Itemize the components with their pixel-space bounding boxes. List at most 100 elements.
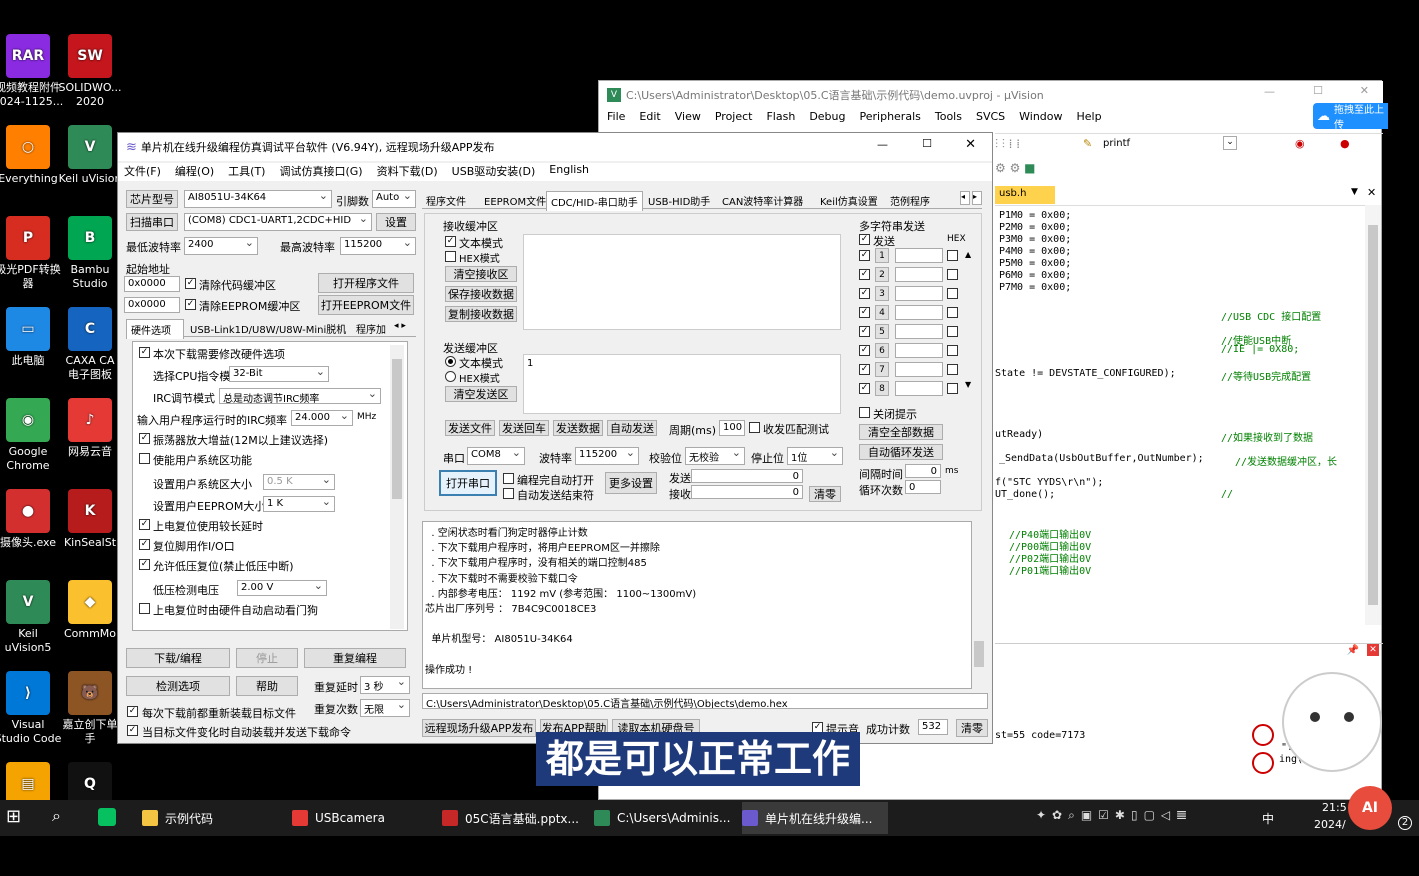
hw-option-checkbox[interactable] <box>139 519 150 530</box>
open-eeprom-button[interactable]: 打开EEPROM文件 <box>318 295 414 315</box>
desktop-icon[interactable]: 🐻 嘉立创下单 手 <box>54 671 126 746</box>
recv-text-mode-checkbox[interactable] <box>445 236 456 247</box>
notification-badge[interactable]: 2 <box>1398 816 1412 830</box>
keil-menu-item[interactable]: Debug <box>809 110 845 130</box>
editor-scrollbar[interactable] <box>1365 205 1381 625</box>
clear-send-button[interactable]: 清空发送区 <box>445 386 517 402</box>
match-test-checkbox[interactable] <box>749 422 760 433</box>
hw-option-checkbox[interactable] <box>139 347 150 358</box>
hw-option-checkbox[interactable] <box>139 539 150 550</box>
hw-option-select[interactable]: 32-Bit <box>229 366 329 382</box>
multi-row-send-button[interactable]: 1 <box>875 248 889 263</box>
multi-row-hex-checkbox[interactable] <box>947 364 958 375</box>
desktop-icon[interactable]: ♪ 网易云音 <box>54 398 126 459</box>
auto-loop-button[interactable]: 自动循环发送 <box>859 444 943 460</box>
editor-tab-usb-h[interactable]: usb.h <box>995 186 1055 204</box>
loop-count-input[interactable]: 0 <box>905 480 941 494</box>
log-scrollbar[interactable] <box>972 521 986 689</box>
isp-close-icon[interactable]: ✕ <box>965 137 976 152</box>
multi-row-hex-checkbox[interactable] <box>947 269 958 280</box>
taskbar-item[interactable]: USBcamera <box>292 802 438 834</box>
copy-recv-button[interactable]: 复制接收数据 <box>445 306 517 322</box>
clear-success-button[interactable]: 清零 <box>956 719 988 737</box>
recv-hex-mode-checkbox[interactable] <box>445 251 456 262</box>
keil-menu-item[interactable]: Project <box>715 110 753 130</box>
send-text-radio[interactable] <box>445 356 456 367</box>
clear-eeprom-checkbox[interactable] <box>185 299 196 310</box>
open-port-button[interactable]: 打开串口 <box>439 470 497 496</box>
find-input[interactable]: printf <box>1103 138 1130 149</box>
hw-option-checkbox[interactable] <box>139 453 150 464</box>
multi-row-send-button[interactable]: 4 <box>875 305 889 320</box>
serial-port-select[interactable]: COM8 <box>467 447 525 465</box>
tab-close-icon[interactable]: ✕ <box>1367 186 1376 199</box>
check-options-button[interactable]: 检测选项 <box>126 676 230 696</box>
ai-assistant-button[interactable]: AI <box>1348 786 1392 830</box>
send-cr-button[interactable]: 发送回车 <box>499 420 549 436</box>
hw-option-checkbox[interactable] <box>139 433 150 444</box>
multi-row-send-button[interactable]: 6 <box>875 343 889 358</box>
stop-bits-select[interactable]: 1位 <box>787 447 843 465</box>
multi-row-input[interactable] <box>895 381 943 396</box>
code-editor[interactable]: P1M0 = 0x00; P2M0 = 0x00; P3M0 = 0x00; P4M0… <box>995 205 1365 625</box>
multi-row-checkbox[interactable] <box>859 345 870 356</box>
right-tab[interactable]: 程序文件 <box>422 191 470 210</box>
stop-button[interactable]: 停止 <box>236 648 298 668</box>
pins-select[interactable]: Auto <box>372 190 416 208</box>
close-icon[interactable]: ✕ <box>1360 84 1369 97</box>
multi-row-send-button[interactable]: 2 <box>875 267 889 282</box>
max-baud-select[interactable]: 115200 <box>340 237 416 255</box>
taskbar-item[interactable]: 单片机在线升级编... <box>742 802 888 834</box>
desktop-icon[interactable]: B Bambu Studio <box>54 216 126 291</box>
multi-row-input[interactable] <box>895 305 943 320</box>
multi-row-checkbox[interactable] <box>859 288 870 299</box>
isp-menu-item[interactable]: USB驱动安装(D) <box>452 163 536 181</box>
taskbar-item[interactable]: 示例代码 <box>142 802 288 834</box>
hw-option-checkbox[interactable] <box>139 559 150 570</box>
min-baud-select[interactable]: 2400 <box>184 237 258 255</box>
repeat-count-select[interactable]: 无限 <box>360 699 410 717</box>
code-start-address[interactable]: 0x0000 <box>124 276 180 292</box>
keil-menu-item[interactable]: SVCS <box>976 110 1005 130</box>
desktop-icon[interactable]: K KinSealSt <box>54 489 126 550</box>
isp-menu-item[interactable]: English <box>549 163 589 181</box>
parity-select[interactable]: 无校验 <box>685 447 745 465</box>
multi-row-input[interactable] <box>895 324 943 339</box>
ime-indicator[interactable]: 中 <box>1262 810 1274 827</box>
multi-row-checkbox[interactable] <box>859 326 870 337</box>
right-tab[interactable]: USB-HID助手 <box>644 191 714 210</box>
keil-menu-item[interactable]: Tools <box>935 110 962 130</box>
multi-row-input[interactable] <box>895 343 943 358</box>
open-program-button[interactable]: 打开程序文件 <box>318 273 414 293</box>
recv-textarea[interactable] <box>523 234 841 330</box>
keil-titlebar[interactable]: V C:\Users\Administrator\Desktop\05.C语言基… <box>599 81 1383 108</box>
hw-tab[interactable]: USB-Link1D/U8W/U8W-Mini脱机 <box>186 319 350 338</box>
multi-scroll-down-icon[interactable]: ▼ <box>965 380 971 389</box>
multi-row-input[interactable] <box>895 267 943 282</box>
multi-row-hex-checkbox[interactable] <box>947 288 958 299</box>
keil-menu-item[interactable]: Flash <box>766 110 795 130</box>
keil-menu-item[interactable]: File <box>607 110 625 130</box>
keil-menu-item[interactable]: Window <box>1019 110 1062 130</box>
keil-menu-item[interactable]: Edit <box>639 110 660 130</box>
multi-row-send-button[interactable]: 7 <box>875 362 889 377</box>
multi-row-send-button[interactable]: 5 <box>875 324 889 339</box>
clock-date[interactable]: 2024/ <box>1314 818 1346 831</box>
breakpoint-icon[interactable]: ● <box>1340 137 1350 150</box>
isp-menu-item[interactable]: 工具(T) <box>228 163 265 181</box>
search-icon[interactable]: ⌕ <box>52 806 61 826</box>
chip-model-select[interactable]: AI8051U-34K64 <box>184 190 332 208</box>
repeat-delay-select[interactable]: 3 秒 <box>360 676 410 694</box>
multi-row-checkbox[interactable] <box>859 269 870 280</box>
send-file-button[interactable]: 发送文件 <box>445 420 495 436</box>
multi-row-checkbox[interactable] <box>859 364 870 375</box>
taskbar-item[interactable]: C:\Users\Adminis... <box>594 802 740 834</box>
hw-tabs-scroll-icon[interactable]: ◂ ▸ <box>394 321 406 331</box>
save-recv-button[interactable]: 保存接收数据 <box>445 286 517 302</box>
clock-time[interactable]: 21:5 <box>1322 801 1347 814</box>
publish-app-button[interactable]: 远程现场升级APP发布 <box>422 719 536 737</box>
multi-row-input[interactable] <box>895 286 943 301</box>
chat-icon[interactable] <box>98 808 116 826</box>
multi-row-hex-checkbox[interactable] <box>947 307 958 318</box>
download-button[interactable]: 下载/编程 <box>126 648 230 668</box>
